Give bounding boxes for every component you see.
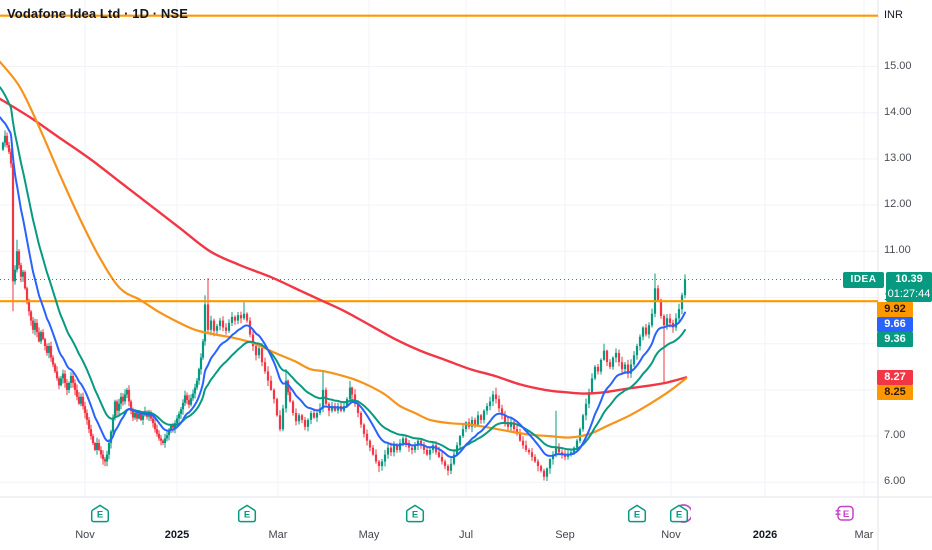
time-tick-label: Mar bbox=[854, 529, 874, 541]
price-tick-label: 11.00 bbox=[884, 244, 911, 257]
time-tick-label: Jul bbox=[458, 529, 474, 541]
earnings-with-dividend-badge[interactable]: E bbox=[669, 504, 693, 528]
trading-chart-window: Vodafone Idea Ltd · 1D · NSE INR 15.00 14… bbox=[0, 0, 932, 550]
horizontal-ray-price-label: 9.92 bbox=[877, 301, 913, 317]
earnings-badge[interactable]: E bbox=[90, 504, 112, 528]
earnings-icon: E bbox=[237, 504, 256, 523]
green-ma-price-label: 9.36 bbox=[877, 331, 913, 347]
time-tick-label: Nov bbox=[75, 529, 95, 541]
time-tick-label: 2026 bbox=[752, 529, 778, 541]
price-tick-label: 13.00 bbox=[884, 151, 912, 164]
chart-plot-area[interactable] bbox=[0, 0, 932, 550]
earnings-badge[interactable]: E bbox=[627, 504, 649, 528]
symbol-legend-title[interactable]: Vodafone Idea Ltd · 1D · NSE bbox=[7, 6, 188, 21]
time-tick-label: May bbox=[358, 529, 380, 541]
ma-orange[interactable] bbox=[0, 60, 688, 439]
price-tick-label: 7.00 bbox=[884, 429, 906, 442]
earnings-icon: E bbox=[627, 504, 646, 523]
current-price-label: 10.39 01:27:44 bbox=[886, 271, 932, 302]
earnings-badge[interactable]: E bbox=[405, 504, 427, 528]
price-tick-label: 12.00 bbox=[884, 198, 912, 211]
price-tick-label: 14.00 bbox=[884, 105, 912, 118]
earnings-icon: E bbox=[90, 504, 109, 523]
svg-text:E: E bbox=[633, 509, 639, 520]
time-tick-label: 2025 bbox=[164, 529, 190, 541]
svg-text:E: E bbox=[243, 509, 249, 520]
time-tick-label: Mar bbox=[268, 529, 288, 541]
svg-text:E: E bbox=[411, 509, 417, 520]
ma-green[interactable] bbox=[0, 86, 686, 452]
price-axis-currency-label: INR bbox=[884, 9, 903, 21]
price-tick-label: 15.00 bbox=[884, 59, 912, 72]
price-tick-label: 6.00 bbox=[884, 475, 906, 488]
upcoming-dividend-icon: E bbox=[835, 505, 854, 521]
candlestick-series[interactable] bbox=[1, 130, 687, 481]
red-ma-price-label: 8.27 bbox=[877, 369, 913, 385]
svg-text:E: E bbox=[842, 509, 848, 520]
svg-text:E: E bbox=[675, 509, 681, 520]
svg-text:E: E bbox=[96, 509, 102, 520]
earnings-badge[interactable]: E bbox=[237, 504, 259, 528]
blue-ma-price-label: 9.66 bbox=[877, 316, 913, 332]
ma-red[interactable] bbox=[0, 97, 688, 395]
orange-ma-price-label: 8.25 bbox=[877, 384, 913, 400]
symbol-price-badge: IDEA bbox=[843, 272, 884, 289]
earnings-icon: E bbox=[405, 504, 424, 523]
countdown-timer: 01:27:44 bbox=[887, 287, 931, 300]
current-price-value: 10.39 bbox=[895, 272, 923, 285]
earnings-with-dividend-icon: E bbox=[669, 504, 693, 523]
upcoming-dividend-badge[interactable]: E bbox=[835, 504, 857, 528]
time-tick-label: Sep bbox=[555, 529, 575, 541]
time-tick-label: Nov bbox=[661, 529, 681, 541]
